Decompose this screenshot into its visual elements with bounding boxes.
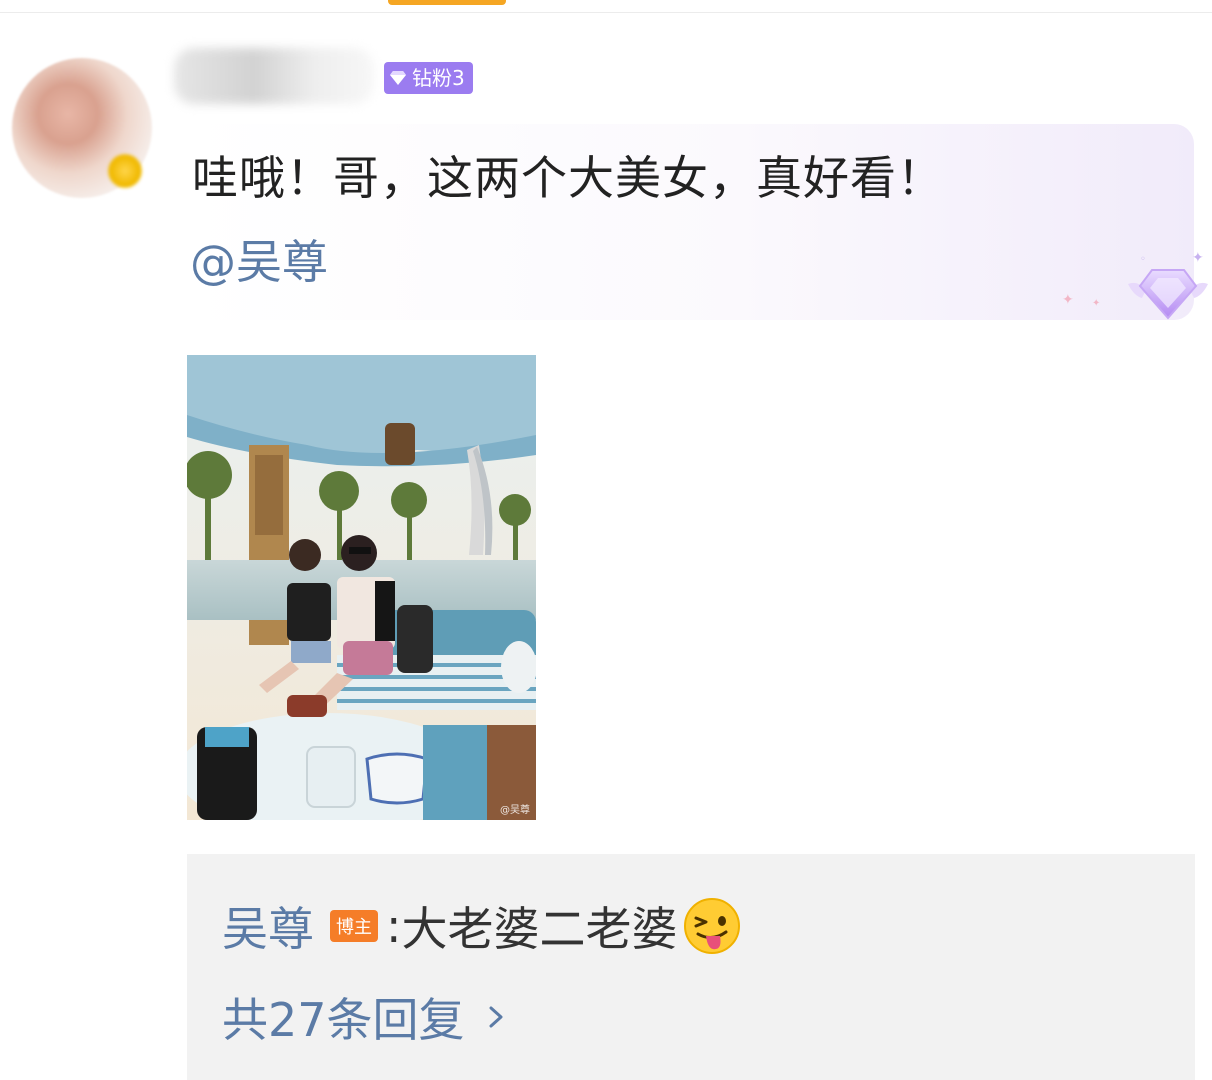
fan-level-badge[interactable]: 钻粉3 xyxy=(384,62,473,94)
avatar-verified-icon xyxy=(108,154,142,188)
reply-count-label: 共27条回复 xyxy=(222,993,465,1047)
diamond-icon xyxy=(390,71,406,85)
fan-badge-label: 钻粉3 xyxy=(412,66,465,90)
blogger-badge: 博主 xyxy=(330,910,378,942)
photo-image xyxy=(187,355,536,820)
diamond-fan-decoration-icon xyxy=(1128,269,1208,320)
username-blurred[interactable] xyxy=(174,48,374,104)
reply-text: 大老婆二老婆 xyxy=(401,902,678,956)
sparkle-icon: ✦ xyxy=(1092,298,1101,309)
reply-separator: : xyxy=(386,899,402,953)
top-tab-indicator xyxy=(388,0,506,5)
view-replies-link[interactable]: 共27条回复 xyxy=(222,984,505,1050)
photo-watermark: @吴尊 xyxy=(500,805,530,816)
comment-photo[interactable]: @吴尊 xyxy=(187,355,536,820)
reply-preview-line: 吴尊 博主 : 大老婆二老婆 xyxy=(222,893,742,959)
chevron-right-icon xyxy=(489,1006,503,1028)
comment-text: 哇哦！哥，这两个大美女，真好看！ xyxy=(192,151,944,205)
winking-tongue-emoji-icon xyxy=(683,898,740,954)
reply-author-link[interactable]: 吴尊 xyxy=(222,893,314,959)
sparkle-icon: ✦ xyxy=(1062,292,1074,308)
comment-mention-link[interactable]: @吴尊 xyxy=(190,226,328,292)
top-divider xyxy=(0,12,1212,13)
